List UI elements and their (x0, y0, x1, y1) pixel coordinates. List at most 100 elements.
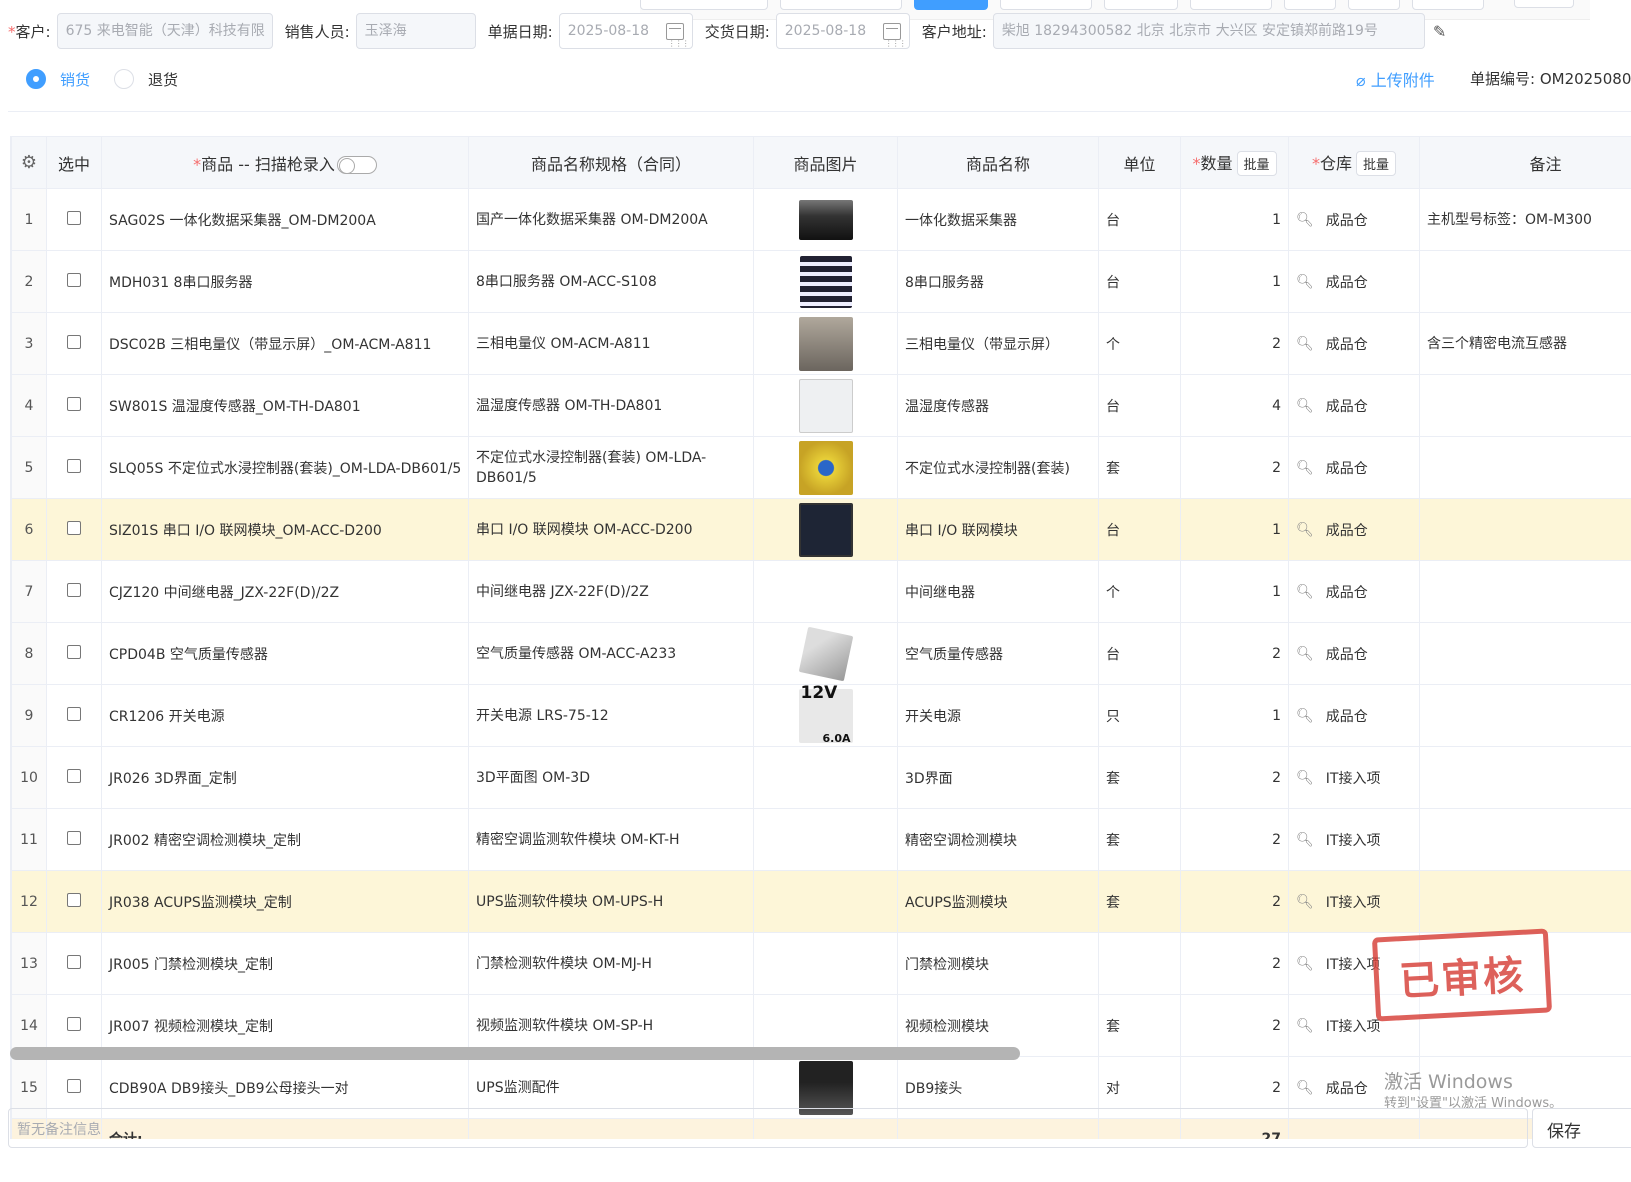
search-icon[interactable]: 🔍︎ (1296, 832, 1314, 848)
product-image[interactable]: 12V 6.0A (798, 686, 853, 745)
name-cell[interactable]: 门禁检测模块 (897, 932, 1099, 995)
spec-cell[interactable]: UPS监测软件模块 OM-UPS-H (468, 870, 754, 933)
table-row[interactable]: 11 JR002 精密空调检测模块_定制 精密空调监测软件模块 OM-KT-H 精密空… (11, 808, 1631, 871)
column-settings[interactable]: ⚙ (11, 136, 47, 189)
row-checkbox[interactable] (67, 1078, 81, 1093)
top-tab[interactable] (1104, 0, 1178, 10)
search-icon[interactable]: 🔍︎ (1296, 522, 1314, 538)
remark-cell[interactable] (1419, 870, 1631, 933)
warehouse-cell[interactable]: 🔍︎ IT接入项 (1288, 870, 1420, 933)
spec-cell[interactable]: 精密空调监测软件模块 OM-KT-H (468, 808, 754, 871)
remark-cell[interactable] (1419, 498, 1631, 561)
search-icon[interactable]: 🔍︎ (1296, 1018, 1314, 1034)
settings-icon[interactable]: ⚙ (21, 152, 37, 173)
qty-cell[interactable]: 2 (1180, 808, 1289, 871)
save-button[interactable]: 保存 (1532, 1108, 1631, 1148)
row-checkbox[interactable] (67, 520, 81, 535)
name-cell[interactable]: 3D界面 (897, 746, 1099, 809)
top-tab[interactable] (1412, 0, 1484, 10)
radio-dot-checked[interactable] (26, 69, 46, 89)
table-row[interactable]: 6 SIZ01S 串口 I/O 联网模块_OM-ACC-D200 串口 I/O 联网… (11, 498, 1631, 561)
row-checkbox[interactable] (67, 334, 81, 349)
top-tab[interactable] (1000, 0, 1092, 10)
table-row[interactable]: 9 CR1206 开关电源 开关电源 LRS-75-12 12V 6.0A 开关电源只 1 🔍… (11, 684, 1631, 747)
radio-return[interactable]: 退货 (114, 69, 178, 90)
product-cell[interactable]: JR002 精密空调检测模块_定制 (101, 808, 469, 871)
product-cell[interactable]: SIZ01S 串口 I/O 联网模块_OM-ACC-D200 (101, 498, 469, 561)
spec-cell[interactable]: 串口 I/O 联网模块 OM-ACC-D200 (468, 498, 754, 561)
table-row[interactable]: 2 MDH031 8串口服务器 8串口服务器 OM-ACC-S108 8串口服务器台 1… (11, 250, 1631, 313)
product-cell[interactable]: SW801S 温湿度传感器_OM-TH-DA801 (101, 374, 469, 437)
name-cell[interactable]: 开关电源 (897, 684, 1099, 747)
radio-dot[interactable] (114, 69, 135, 89)
edit-icon[interactable]: ✎ (1433, 22, 1446, 41)
product-image[interactable] (798, 316, 853, 371)
qty-cell[interactable]: 2 (1180, 870, 1289, 933)
unit-cell[interactable]: 只 (1098, 684, 1181, 747)
row-checkbox[interactable] (67, 396, 81, 411)
warehouse-batch-button[interactable]: 批量 (1356, 150, 1397, 176)
search-icon[interactable]: 🔍︎ (1296, 956, 1314, 972)
qty-batch-button[interactable]: 批量 (1236, 150, 1277, 176)
spec-cell[interactable]: 国产一体化数据采集器 OM-DM200A (468, 188, 754, 251)
row-checkbox[interactable] (67, 1016, 81, 1031)
spec-cell[interactable]: 温湿度传感器 OM-TH-DA801 (468, 374, 754, 437)
search-icon[interactable]: 🔍︎ (1296, 212, 1314, 228)
spec-cell[interactable]: 8串口服务器 OM-ACC-S108 (468, 250, 754, 313)
remark-cell[interactable] (1419, 808, 1631, 871)
product-image[interactable] (798, 502, 853, 557)
calendar-icon[interactable] (665, 23, 689, 48)
name-cell[interactable]: 温湿度传感器 (897, 374, 1099, 437)
scanner-toggle[interactable] (336, 156, 377, 174)
unit-cell[interactable]: 套 (1098, 870, 1181, 933)
search-icon[interactable]: 🔍︎ (1296, 770, 1314, 786)
qty-cell[interactable]: 1 (1180, 498, 1289, 561)
qty-cell[interactable]: 4 (1180, 374, 1289, 437)
unit-cell[interactable]: 套 (1098, 994, 1181, 1057)
unit-cell[interactable]: 套 (1098, 746, 1181, 809)
product-image[interactable] (798, 199, 853, 240)
remark-cell[interactable] (1419, 250, 1631, 313)
doc-date-field[interactable]: 2025-08-18 (558, 13, 693, 49)
unit-cell[interactable] (1098, 932, 1181, 995)
top-tab-active[interactable] (914, 0, 988, 10)
address-field[interactable]: 柴旭 18294300582 北京 北京市 大兴区 安定镇郑前路19号 (992, 13, 1425, 49)
unit-cell[interactable]: 套 (1098, 436, 1181, 499)
row-checkbox[interactable] (67, 892, 81, 907)
top-right-button[interactable] (1514, 0, 1574, 8)
row-checkbox[interactable] (67, 272, 81, 287)
unit-cell[interactable]: 个 (1098, 560, 1181, 623)
top-tab[interactable] (1284, 0, 1336, 10)
table-row[interactable]: 8 CPD04B 空气质量传感器 空气质量传感器 OM-ACC-A233 空气质量传感… (11, 622, 1631, 685)
product-image[interactable] (799, 255, 852, 308)
search-icon[interactable]: 🔍︎ (1296, 584, 1314, 600)
top-tab[interactable] (640, 0, 768, 10)
calendar-icon[interactable] (882, 23, 906, 48)
product-cell[interactable]: MDH031 8串口服务器 (101, 250, 469, 313)
product-image[interactable] (798, 440, 853, 495)
warehouse-cell[interactable]: 🔍︎ 成品仓 (1288, 436, 1420, 499)
search-icon[interactable]: 🔍︎ (1296, 336, 1314, 352)
name-cell[interactable]: 空气质量传感器 (897, 622, 1099, 685)
warehouse-cell[interactable]: 🔍︎ 成品仓 (1288, 188, 1420, 251)
name-cell[interactable]: 不定位式水浸控制器(套装) (897, 436, 1099, 499)
warehouse-cell[interactable]: 🔍︎ IT接入项 (1288, 746, 1420, 809)
product-cell[interactable]: CR1206 开关电源 (101, 684, 469, 747)
upload-attachment-link[interactable]: ⌀ 上传附件 (1356, 67, 1435, 91)
search-icon[interactable]: 🔍︎ (1296, 646, 1314, 662)
spec-cell[interactable]: 三相电量仪 OM-ACM-A811 (468, 312, 754, 375)
remark-cell[interactable] (1419, 560, 1631, 623)
unit-cell[interactable]: 台 (1098, 622, 1181, 685)
row-checkbox[interactable] (67, 582, 81, 597)
search-icon[interactable]: 🔍︎ (1296, 460, 1314, 476)
remark-cell[interactable] (1419, 746, 1631, 809)
name-cell[interactable]: 三相电量仪（带显示屏） (897, 312, 1099, 375)
warehouse-cell[interactable]: 🔍︎ 成品仓 (1288, 560, 1420, 623)
name-cell[interactable]: 8串口服务器 (897, 250, 1099, 313)
horizontal-scrollbar[interactable] (10, 1047, 1020, 1060)
product-image[interactable] (798, 378, 853, 433)
spec-cell[interactable]: 空气质量传感器 OM-ACC-A233 (468, 622, 754, 685)
sales-person-field[interactable]: 玉泽海 (355, 13, 476, 49)
qty-cell[interactable]: 1 (1180, 684, 1289, 747)
search-icon[interactable]: 🔍︎ (1296, 398, 1314, 414)
